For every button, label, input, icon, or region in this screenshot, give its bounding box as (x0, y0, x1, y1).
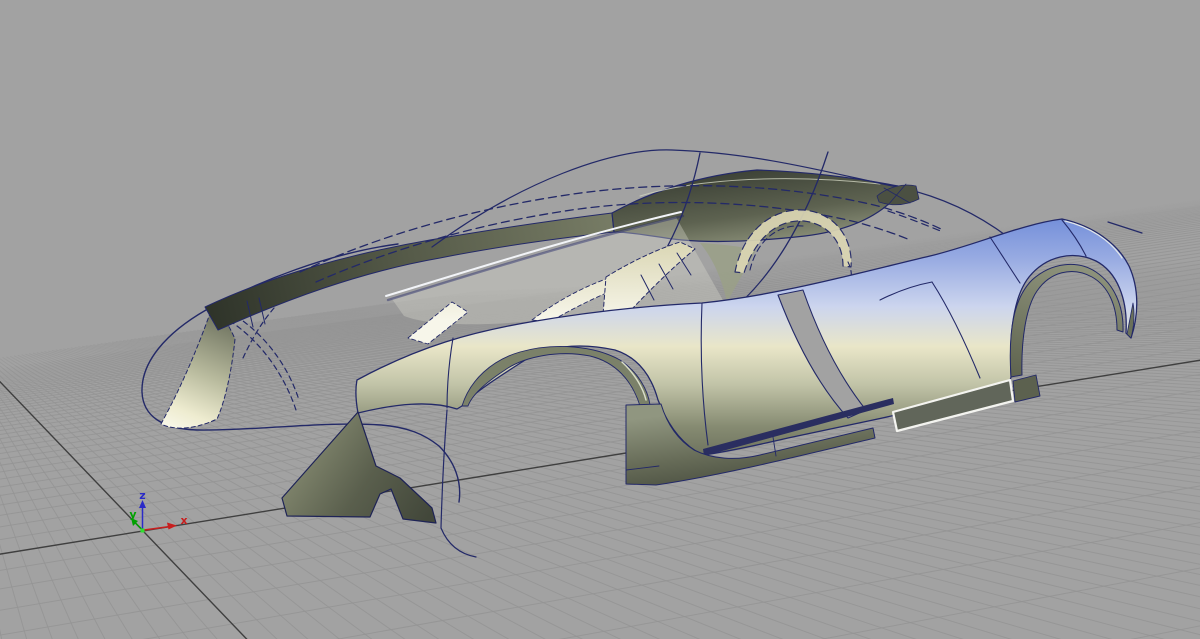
cad-viewport-window: x y z (0, 0, 1200, 639)
z-axis-label: z (139, 489, 145, 502)
viewport-3d[interactable]: x y z (0, 0, 1200, 639)
origin-marker (141, 529, 145, 533)
x-axis-label: x (180, 514, 187, 527)
y-axis-label: y (129, 508, 136, 521)
